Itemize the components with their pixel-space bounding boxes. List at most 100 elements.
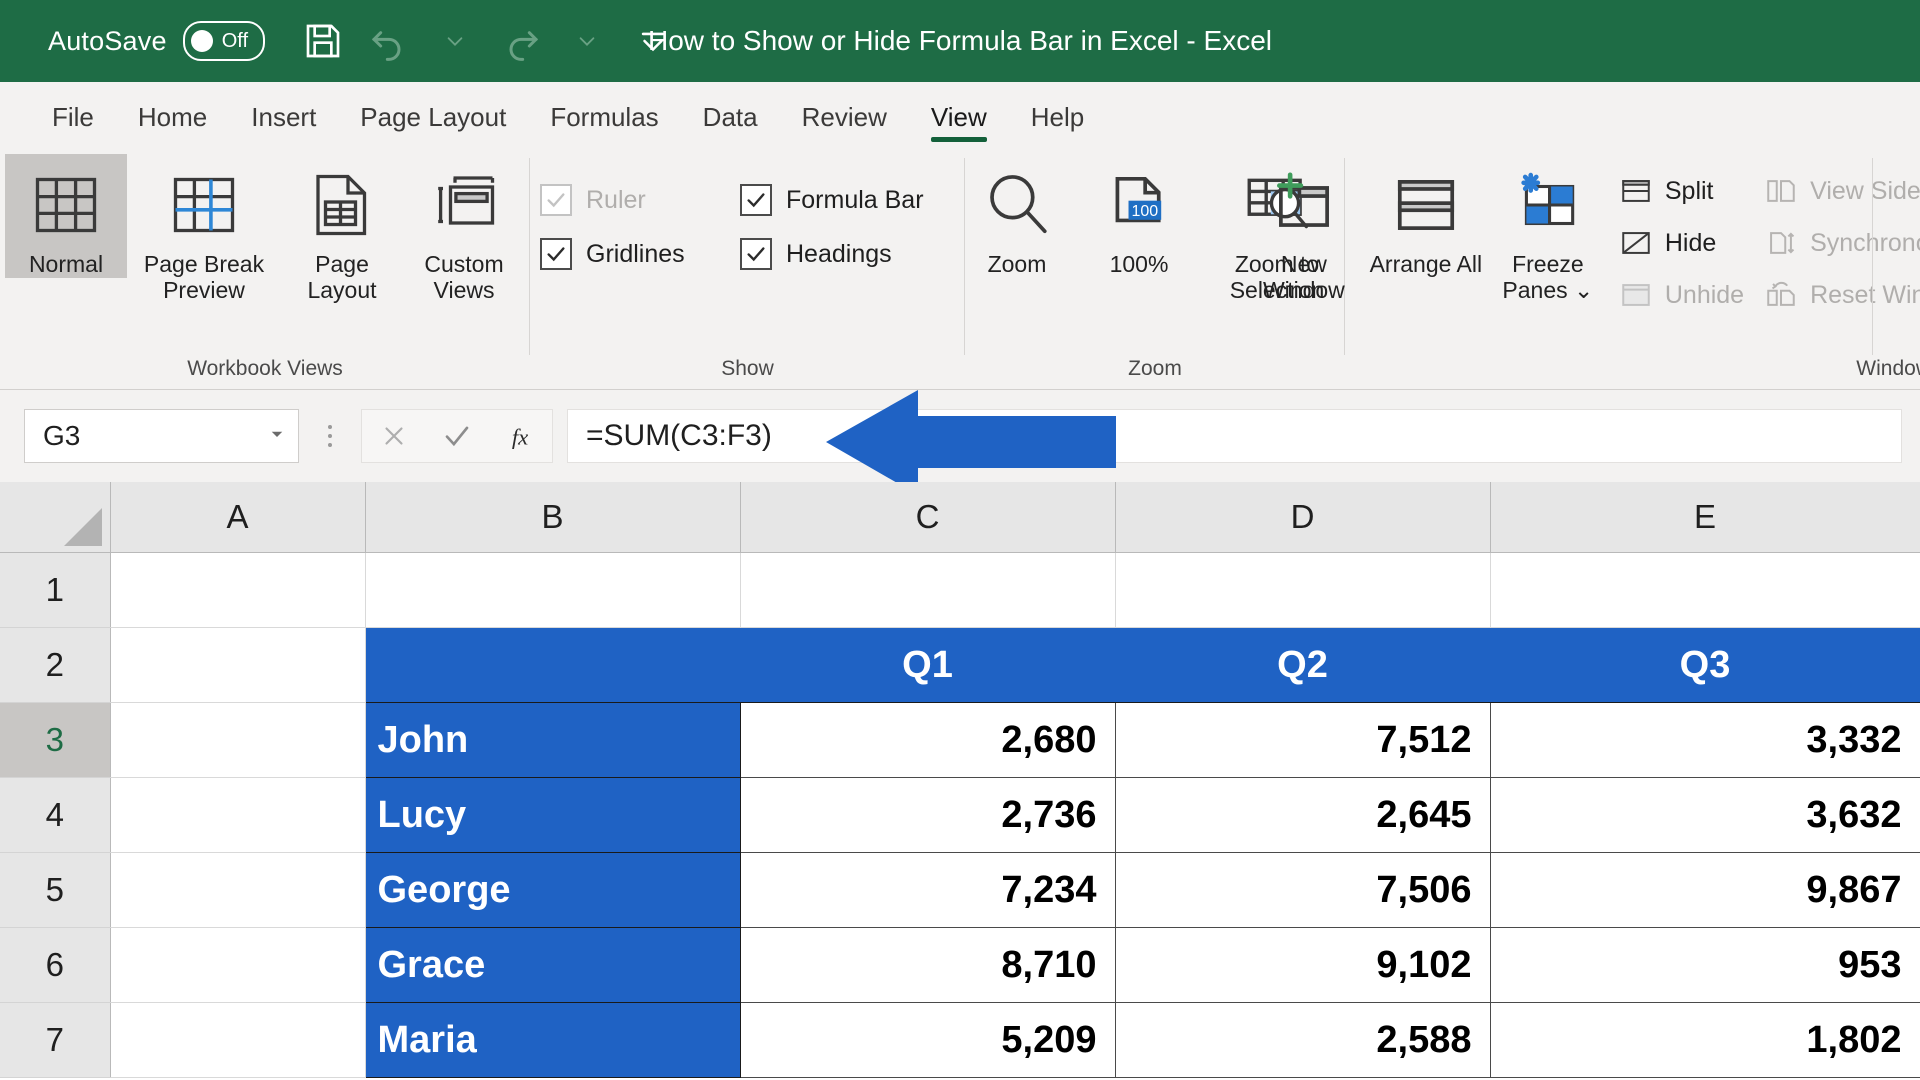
row-header-2[interactable]: 2 <box>0 627 111 703</box>
redo-dropdown-icon[interactable] <box>559 13 615 69</box>
synchronous-scrolling-button[interactable]: Synchronous Scrolling <box>1762 224 1920 262</box>
column-header-e[interactable]: E <box>1490 482 1920 553</box>
formula-input[interactable]: =SUM(C3:F3) <box>567 409 1902 463</box>
cell-e1[interactable] <box>1490 552 1920 628</box>
cell-d7[interactable]: 2,588 <box>1114 1002 1491 1078</box>
hide-button[interactable]: Hide <box>1617 224 1744 262</box>
cell-e5[interactable]: 9,867 <box>1489 852 1920 928</box>
enter-formula-icon[interactable] <box>430 412 484 460</box>
save-icon[interactable] <box>295 13 351 69</box>
cancel-formula-icon[interactable] <box>367 412 421 460</box>
page-layout-button[interactable]: Page Layout <box>281 154 403 304</box>
checkbox-headings[interactable]: Headings <box>740 238 955 270</box>
undo-icon[interactable] <box>361 13 417 69</box>
cell-b1[interactable] <box>365 552 741 628</box>
cell-b4[interactable]: Lucy <box>364 777 741 853</box>
freeze-panes-button[interactable]: Freeze Panes ⌄ <box>1487 154 1609 304</box>
view-side-by-side-button[interactable]: View Side by Side <box>1762 172 1920 210</box>
column-header-c[interactable]: C <box>740 482 1116 553</box>
cell-c3[interactable]: 2,680 <box>739 702 1116 778</box>
row-header-4[interactable]: 4 <box>0 777 111 853</box>
tab-help[interactable]: Help <box>1009 104 1106 144</box>
checkbox-gridlines[interactable]: Gridlines <box>540 238 740 270</box>
cell-a4[interactable] <box>110 777 366 853</box>
cell-b3[interactable]: John <box>364 702 741 778</box>
tab-view[interactable]: View <box>909 104 1009 144</box>
row-header-6[interactable]: 6 <box>0 927 111 1003</box>
tab-review[interactable]: Review <box>780 104 909 144</box>
cell-d2[interactable]: Q2 <box>1115 627 1491 703</box>
cell-d1[interactable] <box>1115 552 1491 628</box>
cell-c5[interactable]: 7,234 <box>739 852 1116 928</box>
tab-insert[interactable]: Insert <box>229 104 338 144</box>
autosave-toggle[interactable]: Off <box>182 21 265 61</box>
cell-e7[interactable]: 1,802 <box>1489 1002 1920 1078</box>
formula-bar-grip[interactable] <box>313 425 347 447</box>
ribbon-tab-bar: File Home Insert Page Layout Formulas Da… <box>0 82 1920 144</box>
cell-b5[interactable]: George <box>364 852 741 928</box>
column-header-b[interactable]: B <box>365 482 741 553</box>
group-divider <box>1872 158 1873 355</box>
arrange-all-button[interactable]: Arrange All <box>1365 154 1487 278</box>
row-header-1[interactable]: 1 <box>0 552 111 628</box>
select-all-corner[interactable] <box>0 482 111 553</box>
cell-a5[interactable] <box>110 852 366 928</box>
undo-dropdown-icon[interactable] <box>427 13 483 69</box>
cell-e6[interactable]: 953 <box>1489 927 1920 1003</box>
cell-b2[interactable] <box>365 627 741 703</box>
tab-file[interactable]: File <box>30 104 116 144</box>
cell-b6[interactable]: Grace <box>364 927 741 1003</box>
tab-page-layout[interactable]: Page Layout <box>338 104 528 144</box>
chevron-down-icon[interactable]: ⌄ <box>1574 277 1593 303</box>
zoom-100-button[interactable]: 100 100% <box>1078 154 1200 278</box>
cell-c1[interactable] <box>740 552 1116 628</box>
formula-bar: G3 fx =SUM(C3:F3) <box>0 390 1920 483</box>
cell-c7[interactable]: 5,209 <box>739 1002 1116 1078</box>
cell-a6[interactable] <box>110 927 366 1003</box>
tab-formulas[interactable]: Formulas <box>528 104 680 144</box>
cell-e2[interactable]: Q3 <box>1490 627 1920 703</box>
checkbox-ruler[interactable]: Ruler <box>540 184 740 216</box>
checkbox-formula-bar[interactable]: Formula Bar <box>740 184 955 216</box>
column-header-d[interactable]: D <box>1115 482 1491 553</box>
normal-view-button[interactable]: Normal <box>5 154 127 278</box>
zoom-label: Zoom <box>987 251 1047 277</box>
row-header-3[interactable]: 3 <box>0 702 111 778</box>
page-break-preview-button[interactable]: Page Break Preview <box>127 154 281 304</box>
cell-e3[interactable]: 3,332 <box>1489 702 1920 778</box>
name-box[interactable]: G3 <box>24 409 299 463</box>
zoom-button[interactable]: Zoom <box>956 154 1078 278</box>
custom-views-button[interactable]: Custom Views <box>403 154 525 304</box>
cell-d5[interactable]: 7,506 <box>1114 852 1491 928</box>
cell-e4[interactable]: 3,632 <box>1489 777 1920 853</box>
cell-a7[interactable] <box>110 1002 366 1078</box>
cell-d6[interactable]: 9,102 <box>1114 927 1491 1003</box>
cell-d4[interactable]: 2,645 <box>1114 777 1491 853</box>
unhide-button[interactable]: Unhide <box>1617 276 1744 314</box>
row-header-7[interactable]: 7 <box>0 1002 111 1078</box>
tab-data[interactable]: Data <box>681 104 780 144</box>
redo-icon[interactable] <box>493 13 549 69</box>
cell-c4[interactable]: 2,736 <box>739 777 1116 853</box>
column-header-a[interactable]: A <box>110 482 366 553</box>
tab-home[interactable]: Home <box>116 104 229 144</box>
ribbon-group-workbook-views-label: Workbook Views <box>187 357 343 380</box>
cell-a2[interactable] <box>110 627 366 703</box>
zoom-magnifier-icon <box>980 162 1054 248</box>
cell-c6[interactable]: 8,710 <box>739 927 1116 1003</box>
customize-quick-access-icon[interactable] <box>625 13 681 69</box>
reset-window-position-button[interactable]: Reset Window Position <box>1762 276 1920 314</box>
cell-a3[interactable] <box>110 702 366 778</box>
new-window-button[interactable]: New Window <box>1243 154 1365 304</box>
cell-d3[interactable]: 7,512 <box>1114 702 1491 778</box>
row-header-5[interactable]: 5 <box>0 852 111 928</box>
split-icon <box>1617 172 1655 210</box>
cell-b7[interactable]: Maria <box>364 1002 741 1078</box>
hide-label: Hide <box>1664 228 1717 257</box>
cell-c2[interactable]: Q1 <box>740 627 1116 703</box>
cell-a1[interactable] <box>110 552 366 628</box>
name-box-dropdown-icon[interactable] <box>268 425 286 448</box>
split-button[interactable]: Split <box>1617 172 1744 210</box>
synchronous-scrolling-icon <box>1762 224 1800 262</box>
insert-function-icon[interactable]: fx <box>493 412 547 460</box>
